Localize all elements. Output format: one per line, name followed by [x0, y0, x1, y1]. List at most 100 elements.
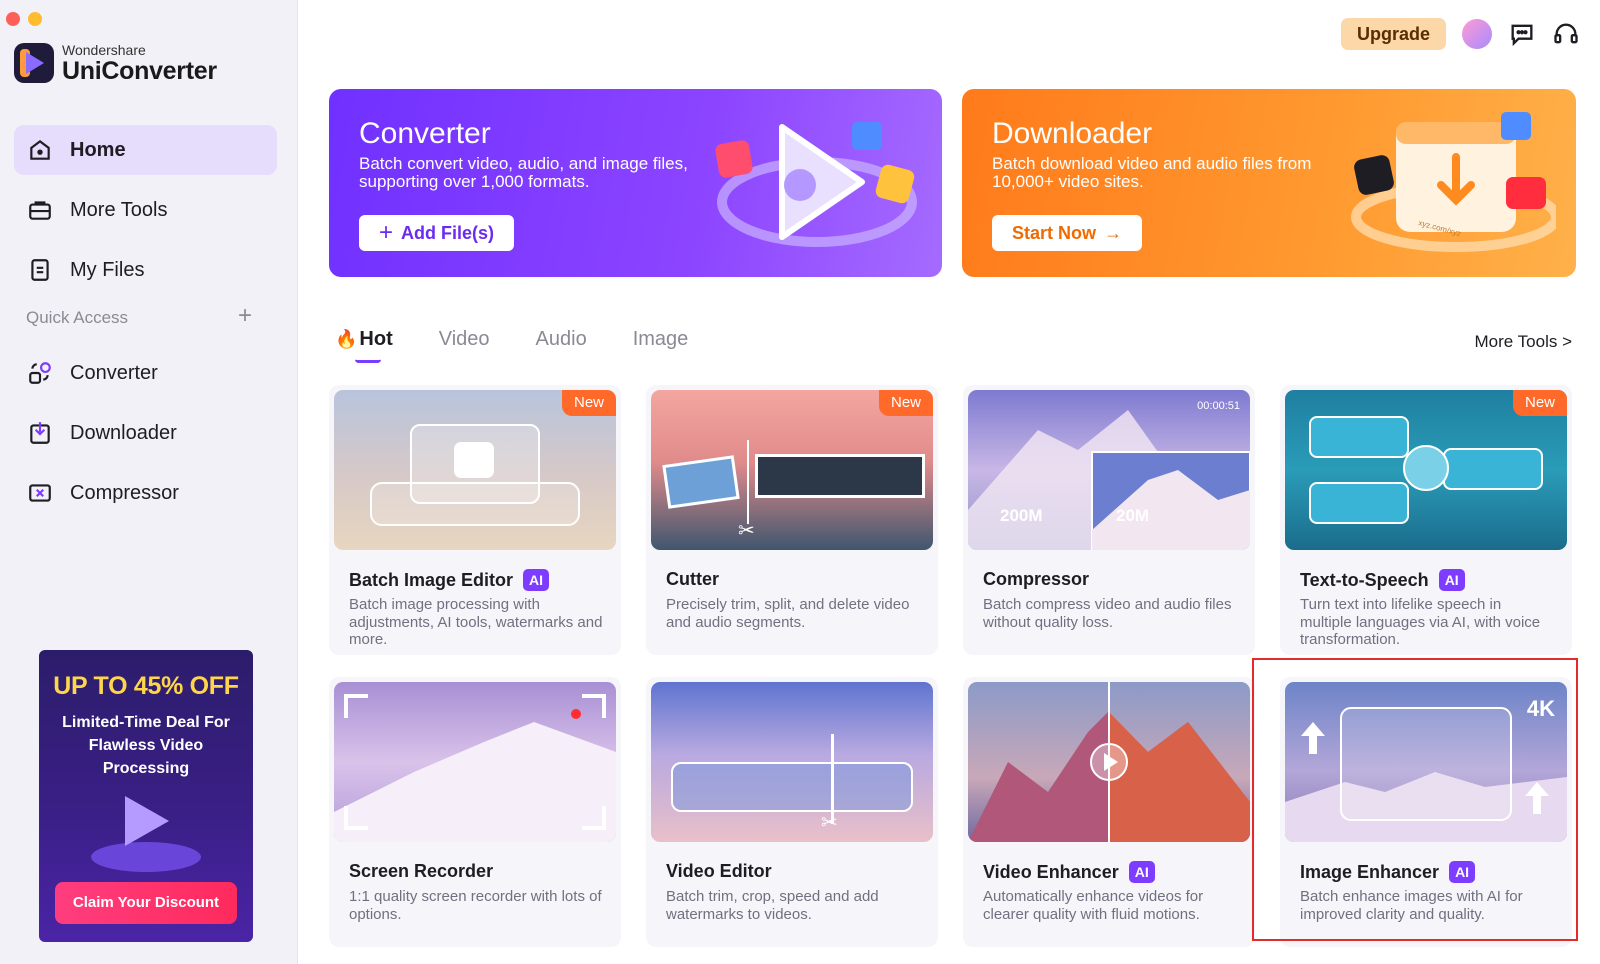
card-title: Screen Recorder: [349, 861, 493, 882]
sidebar-item-home[interactable]: Home: [14, 125, 277, 175]
downloader-description: Batch download video and audio files fro…: [992, 154, 1312, 191]
card-description: Batch compress video and audio files wit…: [983, 596, 1232, 631]
tab-video[interactable]: Video: [439, 328, 490, 351]
fire-icon: 🔥: [335, 329, 358, 349]
arrow-right-icon: →: [1104, 223, 1123, 243]
converter-illustration: [715, 122, 917, 247]
tool-card-video-editor[interactable]: ✂ Video Editor Batch trim, crop, speed a…: [646, 677, 938, 947]
ai-badge: AI: [1128, 861, 1155, 883]
file-icon: [26, 256, 54, 284]
card-description: 1:1 quality screen recorder with lots of…: [349, 888, 602, 923]
promo-title: UP TO 45% OFF: [53, 672, 239, 700]
brand-title: UniConverter: [62, 57, 217, 85]
new-badge: New: [1512, 390, 1567, 416]
converter-icon: [26, 359, 54, 387]
card-description: Automatically enhance videos for clearer…: [983, 888, 1204, 923]
quick-access-title: Quick Access: [26, 308, 129, 327]
tab-image[interactable]: Image: [633, 328, 689, 351]
downloader-title: Downloader: [992, 117, 1153, 150]
new-badge: New: [878, 390, 933, 416]
compressed-size-label: 20M: [1116, 506, 1150, 525]
video-enhancer-thumbnail: [968, 682, 1250, 842]
tab-audio[interactable]: Audio: [536, 328, 587, 351]
sidebar-item-more-tools[interactable]: More Tools: [14, 185, 277, 235]
window-controls: [6, 12, 42, 26]
sidebar-item-my-files[interactable]: My Files: [14, 245, 277, 295]
new-badge: New: [561, 390, 616, 416]
claim-discount-button[interactable]: Claim Your Discount: [55, 882, 237, 924]
card-description: Batch image processing with adjustments,…: [349, 596, 603, 648]
scissors-icon: ✂: [738, 520, 755, 542]
upgrade-button[interactable]: Upgrade: [1340, 18, 1446, 50]
promo-illustration: [39, 786, 253, 876]
brand-subtitle: Wondershare: [62, 42, 146, 58]
message-icon[interactable]: [1508, 20, 1536, 48]
sidebar-item-downloader[interactable]: Downloader: [14, 408, 277, 458]
screen-recorder-thumbnail: [334, 682, 616, 842]
minimize-window-button[interactable]: [28, 12, 42, 26]
category-tabs: 🔥 Hot Video Audio Image: [335, 328, 689, 363]
start-now-label: Start Now: [1012, 223, 1097, 243]
add-quick-access-button[interactable]: +: [238, 302, 252, 330]
promo-banner[interactable]: UP TO 45% OFF Limited-Time Deal For Flaw…: [39, 650, 253, 942]
avatar[interactable]: [1462, 19, 1492, 49]
sidebar-item-label: Home: [70, 138, 126, 161]
add-files-button[interactable]: + Add File(s): [359, 215, 515, 251]
tool-card-cutter[interactable]: ✂ New Cutter Precisely trim, split, and …: [646, 385, 938, 655]
top-bar: Upgrade: [1340, 18, 1580, 50]
headset-icon[interactable]: [1552, 20, 1580, 48]
batch-image-editor-thumbnail: New: [334, 390, 616, 550]
sidebar-item-compressor[interactable]: Compressor: [14, 468, 277, 518]
original-size-label: 200M: [1000, 506, 1043, 525]
promo-subtitle: Limited-Time Deal For Flawless Video Pro…: [62, 714, 230, 777]
card-title: Compressor: [983, 569, 1089, 590]
tool-card-batch-image-editor[interactable]: New Batch Image Editor AI Batch image pr…: [329, 385, 621, 655]
sidebar-item-label: Converter: [70, 361, 158, 384]
tab-hot-label: Hot: [359, 328, 393, 350]
card-title-text: Text-to-Speech: [1300, 569, 1429, 590]
video-timestamp: 00:00:51: [1197, 400, 1240, 412]
more-tools-link[interactable]: More Tools >: [1475, 332, 1572, 352]
card-description: Precisely trim, split, and delete video …: [666, 596, 910, 631]
cutter-thumbnail: ✂ New: [651, 390, 933, 550]
card-description: Turn text into lifelike speech in multip…: [1300, 596, 1541, 648]
tool-card-text-to-speech[interactable]: New Text-to-Speech AI Turn text into lif…: [1280, 385, 1572, 655]
converter-title: Converter: [359, 117, 491, 150]
compressor-thumbnail: 00:00:51 200M 20M: [968, 390, 1250, 550]
sidebar: Wondershare UniConverter Home More Tools…: [0, 0, 298, 964]
toolbox-icon: [26, 196, 54, 224]
card-title: Text-to-Speech AI: [1300, 569, 1465, 591]
tool-card-compressor[interactable]: 00:00:51 200M 20M Compressor Batch compr…: [963, 385, 1255, 655]
plus-icon: +: [379, 219, 394, 246]
downloader-banner[interactable]: Downloader Batch download video and audi…: [962, 89, 1576, 277]
card-title: Video Editor: [666, 861, 772, 882]
ai-badge: AI: [1438, 569, 1465, 591]
converter-banner[interactable]: Converter Batch convert video, audio, an…: [329, 89, 942, 277]
tool-card-video-enhancer[interactable]: Video Enhancer AI Automatically enhance …: [963, 677, 1255, 947]
brand: Wondershare UniConverter: [14, 42, 217, 84]
card-title-text: Compressor: [983, 569, 1090, 589]
card-title: Cutter: [666, 569, 719, 590]
text-to-speech-thumbnail: New: [1285, 390, 1567, 550]
app-logo-icon: [14, 43, 54, 83]
compress-icon: [26, 479, 54, 507]
scissors-icon: ✂: [821, 812, 838, 834]
start-now-button[interactable]: Start Now →: [992, 215, 1143, 251]
sidebar-item-converter[interactable]: Converter: [14, 348, 277, 398]
add-files-label: Add File(s): [401, 223, 495, 243]
sidebar-item-label: My Files: [70, 258, 145, 281]
close-window-button[interactable]: [6, 12, 20, 26]
card-title-text: Screen Recorder: [349, 861, 494, 881]
tool-card-screen-recorder[interactable]: Screen Recorder 1:1 quality screen recor…: [329, 677, 621, 947]
sidebar-item-label: Compressor: [70, 481, 179, 504]
sidebar-item-label: More Tools: [70, 198, 168, 221]
card-description: Batch trim, crop, speed and add watermar…: [666, 888, 879, 923]
download-icon: [26, 419, 54, 447]
card-title-text: Cutter: [666, 569, 719, 589]
card-title-text: Video Enhancer: [983, 861, 1119, 882]
downloader-illustration: xyz.com/xyz: [1351, 112, 1556, 252]
card-title: Video Enhancer AI: [983, 861, 1155, 883]
tab-hot[interactable]: 🔥 Hot: [335, 328, 393, 363]
card-title-text: Video Editor: [666, 861, 772, 881]
converter-description: Batch convert video, audio, and image fi…: [359, 154, 688, 191]
